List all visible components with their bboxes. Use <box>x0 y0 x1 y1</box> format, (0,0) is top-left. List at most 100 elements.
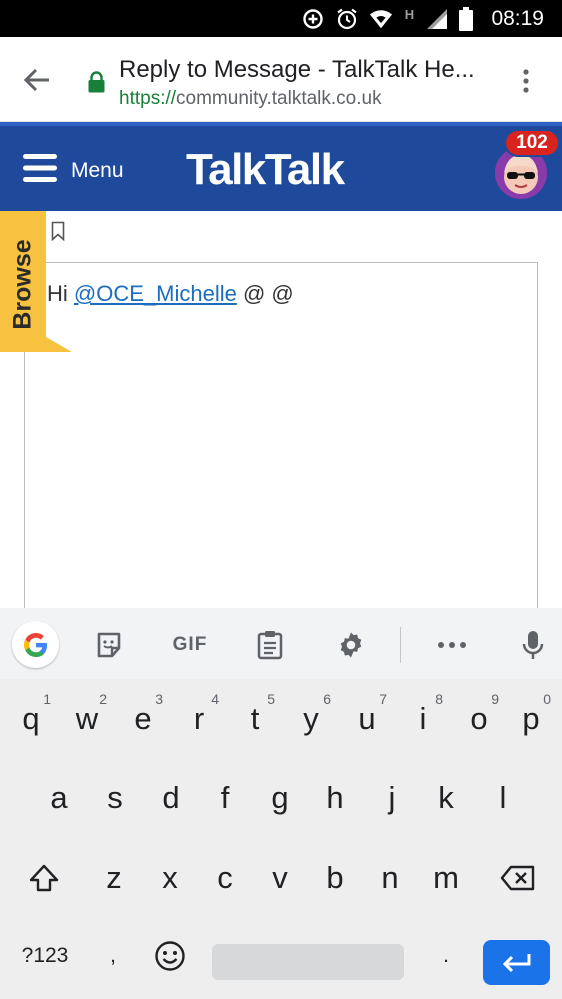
keyboard-toolbar: GIF <box>0 608 562 679</box>
url-host: community.talktalk.co.uk <box>176 88 382 109</box>
page-title[interactable]: Reply to Message - TalkTalk He... <box>119 56 499 84</box>
key-a[interactable]: a <box>31 758 87 838</box>
key-row-1: q1 w2 e3 r4 t5 y6 u7 i8 o9 p0 <box>0 679 562 759</box>
key-c[interactable]: c <box>197 838 253 918</box>
key-b[interactable]: b <box>307 838 363 918</box>
shift-icon <box>29 864 59 892</box>
more-icon[interactable] <box>437 630 467 660</box>
key-f[interactable]: f <box>197 758 253 838</box>
key-z[interactable]: z <box>86 838 142 918</box>
key-p[interactable]: p0 <box>503 679 559 759</box>
key-u-label: u <box>358 701 376 736</box>
key-y[interactable]: y6 <box>283 679 339 759</box>
key-q[interactable]: q1 <box>3 679 59 759</box>
sticker-icon[interactable] <box>94 630 124 660</box>
key-row-3: z x c v b n m <box>0 838 562 918</box>
battery-icon <box>459 6 474 31</box>
key-w-label: w <box>75 701 99 736</box>
key-t-hint: 5 <box>267 691 275 707</box>
key-t[interactable]: t5 <box>227 679 283 759</box>
key-s[interactable]: s <box>87 758 143 838</box>
key-row-2: a s d f g h j k l <box>0 758 562 838</box>
space-bar[interactable] <box>212 944 404 980</box>
browse-tab[interactable]: Browse <box>0 211 72 352</box>
hamburger-menu-icon[interactable] <box>23 153 57 183</box>
editor-text[interactable]: Hi @OCE_Michelle @ @ <box>47 281 294 307</box>
screen: H 08:19 Reply to Message - TalkTalk He..… <box>0 0 562 999</box>
emoji-key[interactable] <box>142 916 198 996</box>
key-o[interactable]: o9 <box>451 679 507 759</box>
talktalk-logo[interactable]: TalkTalk <box>186 145 345 195</box>
backspace-icon <box>500 865 535 891</box>
clipboard-icon[interactable] <box>255 630 285 660</box>
key-l[interactable]: l <box>475 758 531 838</box>
enter-icon <box>502 953 530 972</box>
key-e-hint: 3 <box>155 691 163 707</box>
notification-badge[interactable]: 102 <box>504 129 560 157</box>
data-saver-icon <box>301 7 325 31</box>
key-row-4: ?123 , . <box>0 916 562 996</box>
enter-key[interactable] <box>483 940 550 985</box>
key-r[interactable]: r4 <box>171 679 227 759</box>
reply-content: Hi @OCE_Michelle @ @ Browse <box>0 211 562 622</box>
key-j[interactable]: j <box>364 758 420 838</box>
mention-link[interactable]: @OCE_Michelle <box>74 281 237 306</box>
editor-suffix: @ @ <box>236 281 294 306</box>
period-key[interactable]: . <box>420 916 472 996</box>
key-n[interactable]: n <box>362 838 418 918</box>
key-e[interactable]: e3 <box>115 679 171 759</box>
key-e-label: e <box>134 701 152 736</box>
message-editor[interactable]: Hi @OCE_Michelle @ @ <box>24 262 538 622</box>
url-field[interactable]: https://community.talktalk.co.uk <box>119 88 382 110</box>
comma-key[interactable]: , <box>88 916 138 996</box>
lock-icon[interactable] <box>88 71 105 93</box>
signal-icon <box>425 7 449 31</box>
key-q-hint: 1 <box>43 691 51 707</box>
key-t-label: t <box>250 701 260 736</box>
shift-key[interactable] <box>12 838 76 918</box>
key-o-label: o <box>470 701 488 736</box>
key-r-label: r <box>193 701 205 736</box>
microphone-icon[interactable] <box>518 630 548 660</box>
onscreen-keyboard: GIF q1 w2 e3 r4 t5 y6 u7 i8 o9 p 0 a s d… <box>0 608 562 999</box>
gif-button[interactable]: GIF <box>168 630 212 660</box>
key-u[interactable]: u7 <box>339 679 395 759</box>
key-k[interactable]: k <box>418 758 474 838</box>
backspace-key[interactable] <box>486 838 550 918</box>
key-i-hint: 8 <box>435 691 443 707</box>
site-header: Menu TalkTalk 102 <box>0 122 562 211</box>
key-m[interactable]: m <box>418 838 474 918</box>
wifi-icon <box>369 7 393 31</box>
emoji-icon <box>155 941 185 971</box>
google-g-icon[interactable] <box>12 621 59 668</box>
menu-button[interactable]: Menu <box>71 159 124 183</box>
key-p-hint: 0 <box>543 691 551 707</box>
key-r-hint: 4 <box>211 691 219 707</box>
key-u-hint: 7 <box>379 691 387 707</box>
symbols-key[interactable]: ?123 <box>6 916 84 996</box>
browser-toolbar: Reply to Message - TalkTalk He... https:… <box>0 37 562 122</box>
status-bar: H 08:19 <box>0 0 562 37</box>
key-d[interactable]: d <box>143 758 199 838</box>
key-i-label: i <box>419 701 427 736</box>
key-w[interactable]: w2 <box>59 679 115 759</box>
alarm-icon <box>335 7 359 31</box>
key-h[interactable]: h <box>307 758 363 838</box>
browse-tab-label: Browse <box>8 238 37 330</box>
key-v[interactable]: v <box>252 838 308 918</box>
key-g[interactable]: g <box>252 758 308 838</box>
network-h-icon: H <box>404 6 415 22</box>
key-x[interactable]: x <box>142 838 198 918</box>
more-options-icon[interactable] <box>516 66 536 96</box>
key-q-label: q <box>22 701 40 736</box>
back-arrow-icon[interactable] <box>22 65 52 95</box>
url-scheme: https:// <box>119 88 177 109</box>
key-i[interactable]: i8 <box>395 679 451 759</box>
toolbar-divider <box>400 627 401 663</box>
key-w-hint: 2 <box>99 691 107 707</box>
key-y-label: y <box>303 701 319 736</box>
clock: 08:19 <box>491 6 544 30</box>
key-o-hint: 9 <box>491 691 499 707</box>
settings-gear-icon[interactable] <box>336 630 366 660</box>
browse-tab-label-wrap: Browse <box>8 229 38 339</box>
